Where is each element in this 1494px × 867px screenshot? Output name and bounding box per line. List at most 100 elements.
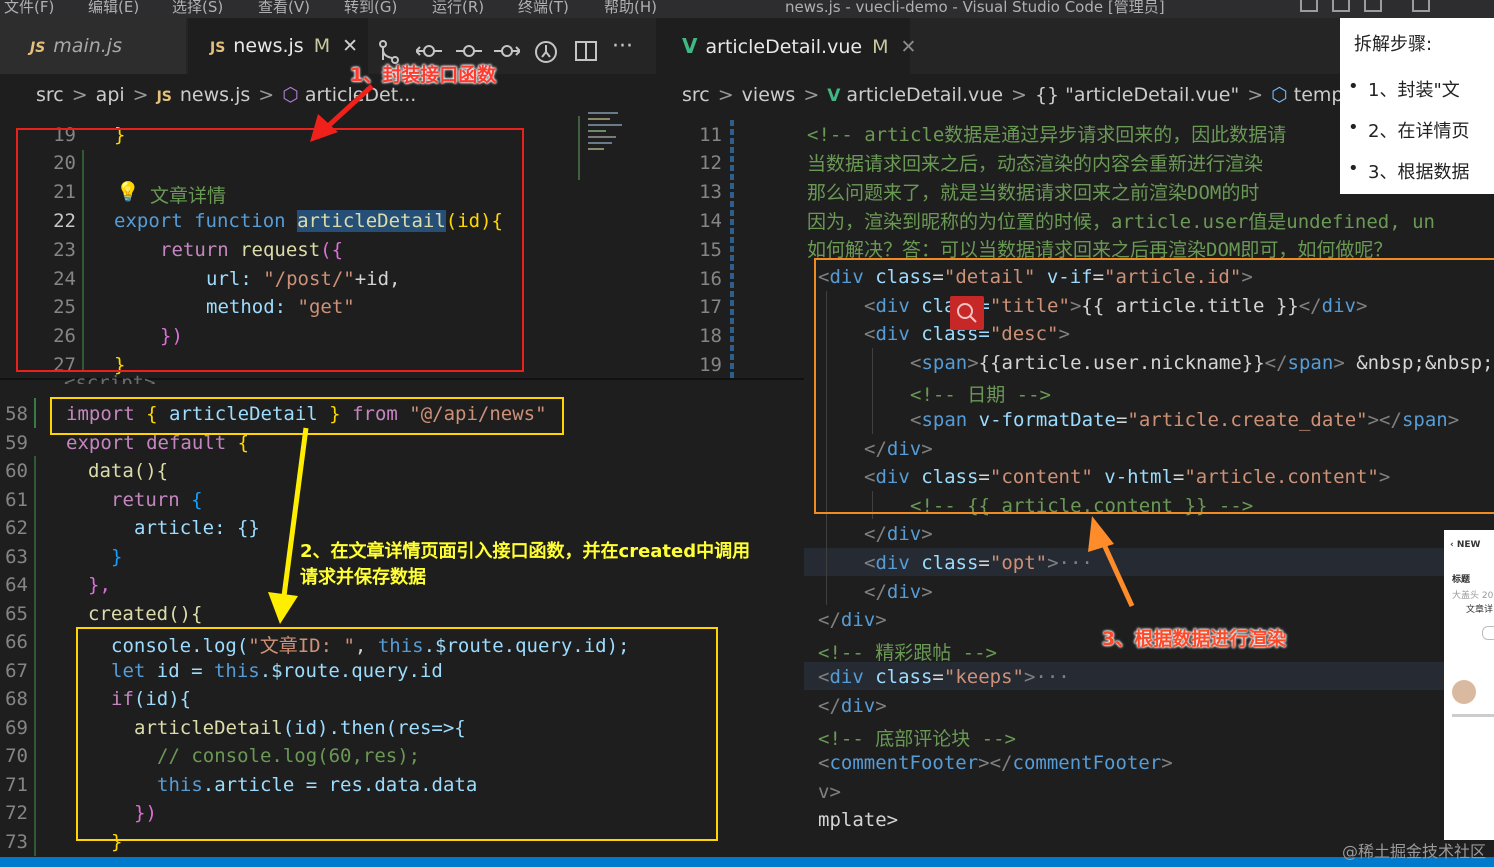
breadcrumb-item[interactable]: news.js (180, 84, 250, 106)
menu-edit[interactable]: 编辑(E) (88, 0, 139, 17)
code-comment: <!-- article数据是通过异步请求回来的，因此数据请 (807, 124, 1287, 146)
line-number: 12 (699, 152, 722, 174)
modified-indicator: M (313, 35, 331, 57)
line-number: 59 (5, 432, 28, 454)
line-number: 64 (5, 574, 28, 596)
go-forward-commit-icon[interactable] (494, 42, 520, 60)
chevron-right-icon: > (803, 84, 820, 106)
annotation-box-step1 (16, 128, 524, 372)
breadcrumb-item[interactable]: src (682, 84, 710, 106)
indent-guide (826, 519, 827, 548)
line-number: 15 (699, 239, 722, 261)
preview-header: ‹ NEW (1450, 540, 1481, 550)
avatar (1452, 680, 1476, 704)
line-number: 63 (5, 546, 28, 568)
menu-help[interactable]: 帮助(H) (604, 0, 657, 17)
menu-view[interactable]: 查看(V) (258, 0, 310, 17)
preview-meta: 大盖头 2018 (1452, 591, 1494, 601)
annotation-box-step3 (814, 258, 1494, 514)
code-line: export default { (66, 432, 250, 454)
window-title: news.js - vuecli-demo - Visual Studio Co… (785, 0, 1165, 16)
code-comment: 当数据请求回来之后，动态渲染的内容会重新进行渲染 (807, 153, 1264, 175)
split-editor-icon[interactable] (574, 40, 598, 62)
vue-file-icon: V (827, 86, 841, 106)
line-number: 14 (699, 210, 722, 232)
template-line: </div> (864, 580, 933, 603)
change-gutter (34, 456, 36, 856)
back-icon: ‹ (1450, 540, 1454, 550)
line-number: 61 (5, 489, 28, 511)
line-number: 67 (5, 660, 28, 682)
line-number: 62 (5, 517, 28, 539)
menu-terminal[interactable]: 终端(T) (518, 0, 569, 17)
code-comment: 因为，渲染到昵称的为位置的时候，article.user值是undefined,… (807, 211, 1435, 233)
breadcrumb-item[interactable]: views (742, 84, 796, 106)
git-commit-icon[interactable] (456, 42, 482, 60)
template-line: <commentFooter></commentFooter> (818, 752, 1173, 775)
code-line: return { (111, 489, 203, 511)
breadcrumb-item[interactable]: src (36, 84, 64, 106)
code-line: article: {} (134, 517, 260, 539)
toggle-sidebar-icon[interactable] (1332, 0, 1350, 12)
line-number: 65 (5, 603, 28, 625)
tab-news-js[interactable]: JS news.js M ✕ (188, 18, 368, 74)
minimap[interactable] (588, 110, 628, 170)
breadcrumb-item[interactable]: articleDet... (305, 84, 417, 106)
template-line: </div> (864, 523, 933, 546)
code-line: data(){ (88, 460, 169, 482)
timeline-icon[interactable] (534, 40, 558, 64)
annotation-step2-line1: 2、在文章详情页面引入接口函数，并在created中调用 (300, 541, 751, 562)
annotation-step1: 1、封装接口函数 (350, 64, 497, 86)
line-number: 73 (5, 831, 28, 853)
line-number: 60 (5, 460, 28, 482)
step-item: 2、在详情页 (1348, 117, 1470, 143)
breadcrumb-item[interactable]: api (96, 84, 125, 106)
toggle-panel-icon[interactable] (1300, 0, 1318, 12)
menu-selection[interactable]: 选择(S) (172, 0, 223, 17)
line-number: 18 (699, 325, 722, 347)
line-number: 17 (699, 296, 722, 318)
close-icon[interactable]: ✕ (900, 36, 916, 58)
layout-icon[interactable] (1364, 0, 1382, 12)
status-bar (0, 857, 1494, 867)
watermark: @稀土掘金技术社区 (1341, 842, 1486, 861)
menu-go[interactable]: 转到(G) (344, 0, 397, 17)
chevron-right-icon: > (132, 84, 149, 106)
breadcrumb-item[interactable]: articleDetail.vue (846, 84, 1003, 106)
step-item: 1、封装"文 (1348, 76, 1460, 102)
template-icon: ⬡ (1271, 84, 1288, 106)
template-line: <!-- 底部评论块 --> (818, 727, 1016, 750)
template-line: mplate> (818, 809, 899, 832)
template-line: </div> (818, 609, 887, 632)
line-number: 71 (5, 774, 28, 796)
customize-layout-icon[interactable] (1412, 0, 1430, 12)
phone-preview: ‹ NEW 标题 大盖头 2018 文章详 (1444, 530, 1494, 840)
steps-title: 拆解步骤: (1354, 34, 1433, 55)
tab-article-detail-vue[interactable]: VarticleDetail.vue M ✕ (660, 18, 916, 74)
step-item: 3、根据数据 (1348, 158, 1470, 184)
go-back-commit-icon[interactable] (416, 42, 442, 60)
code-line: created(){ (88, 603, 203, 625)
indent-guide (826, 576, 827, 606)
js-file-icon: JS (30, 40, 46, 56)
line-number: 72 (5, 802, 28, 824)
line-number: 68 (5, 688, 28, 710)
more-actions-icon[interactable]: ··· (612, 34, 633, 59)
line-number: 69 (5, 717, 28, 739)
menu-run[interactable]: 运行(R) (432, 0, 484, 17)
close-icon[interactable]: ✕ (342, 35, 358, 57)
tab-main-js[interactable]: JS main.js (0, 18, 186, 74)
annotation-box-created (76, 627, 718, 841)
js-file-icon: JS (156, 89, 172, 105)
template-line: v> (818, 780, 841, 803)
menu-file[interactable]: 文件(F) (4, 0, 54, 17)
breadcrumb-item[interactable]: {} "articleDetail.vue" (1035, 84, 1239, 106)
chevron-right-icon: > (1011, 84, 1027, 106)
menu-bar: 文件(F) 编辑(E) 选择(S) 查看(V) 转到(G) 运行(R) 终端(T… (0, 0, 1494, 18)
code-line-partial: <script> (64, 372, 156, 384)
code-comment: 如何解决？答：可以当数据请求回来之后再渲染DOM即可，如何做呢？ (807, 239, 1393, 260)
steps-panel: 拆解步骤: 1、封装"文 2、在详情页 3、根据数据 (1340, 18, 1494, 194)
preview-button (1482, 626, 1494, 640)
code-line: } (111, 546, 123, 568)
modified-indicator: M (872, 36, 889, 58)
